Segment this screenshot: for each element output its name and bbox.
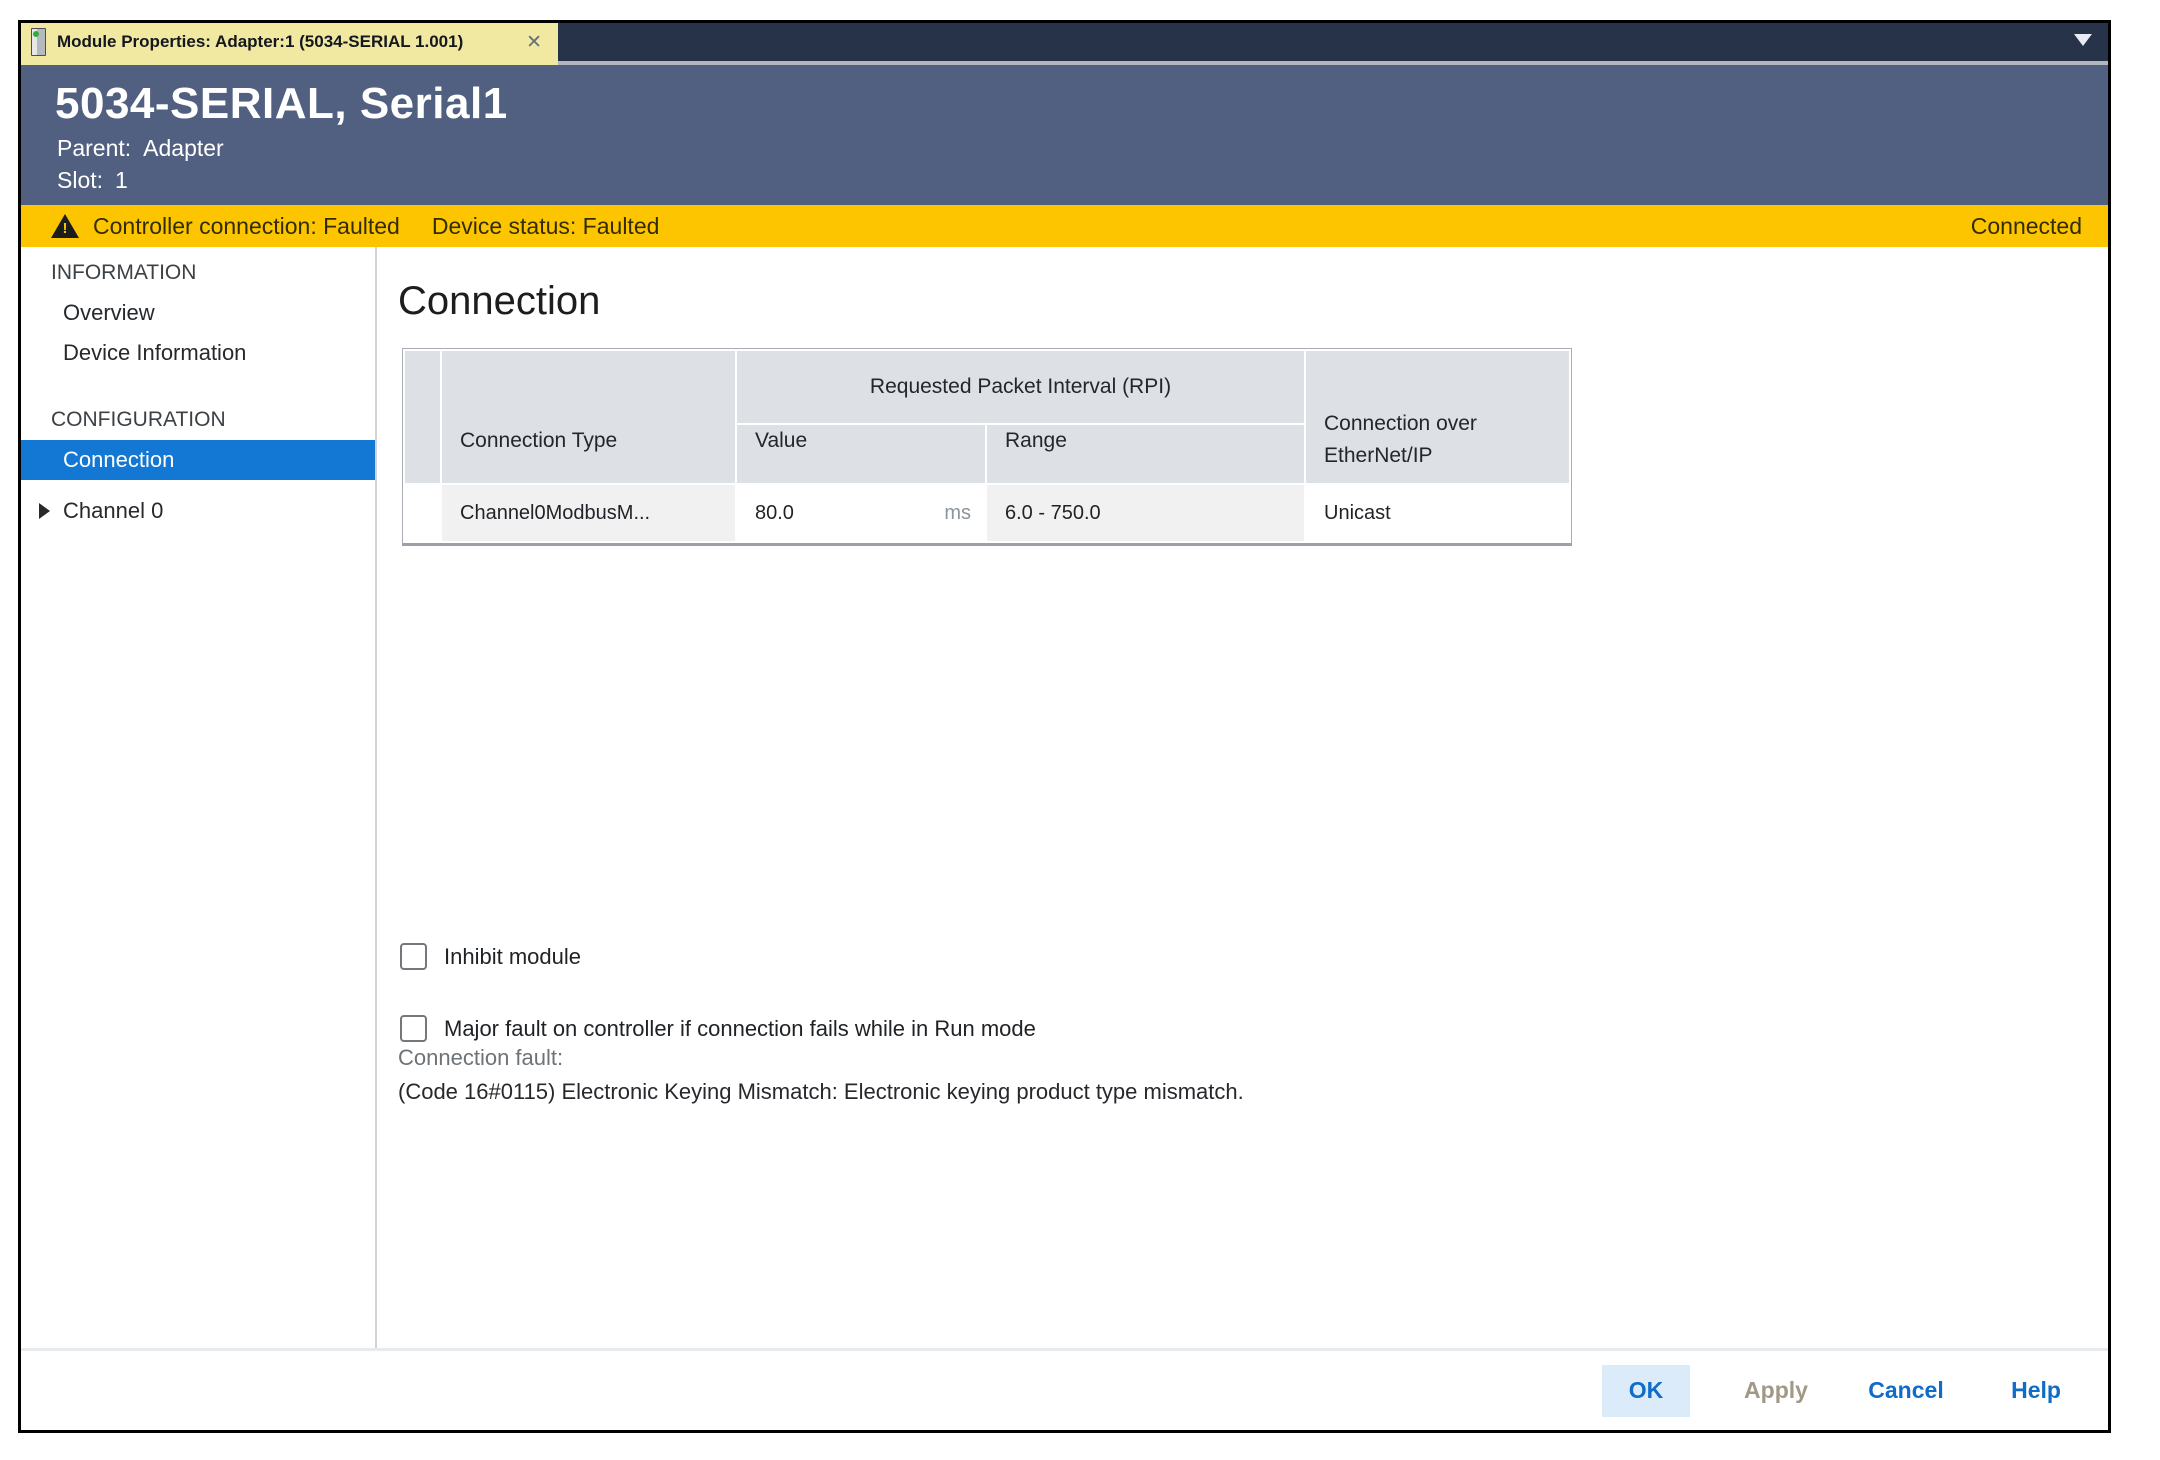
column-header-range: Range <box>987 425 1304 483</box>
sidebar-item-connection[interactable]: Connection <box>21 440 375 480</box>
table-row: Channel0ModbusM... 80.0 ms 6.0 - 750.0 U… <box>405 485 1569 541</box>
expand-arrow-icon[interactable] <box>39 503 50 519</box>
connection-over-ethernet-cell[interactable]: Unicast <box>1306 485 1569 541</box>
module-properties-window: Module Properties: Adapter:1 (5034-SERIA… <box>18 20 2111 1433</box>
slot-row: Slot: 1 <box>57 167 128 194</box>
page-title: Connection <box>398 279 600 324</box>
column-group-rpi: Requested Packet Interval (RPI) <box>737 351 1304 423</box>
row-selector-cell[interactable] <box>405 485 440 541</box>
major-fault-checkbox[interactable] <box>400 1015 427 1042</box>
close-tab-icon[interactable]: ✕ <box>526 33 542 52</box>
slot-value: 1 <box>115 167 128 193</box>
module-properties-tab[interactable]: Module Properties: Adapter:1 (5034-SERIA… <box>21 23 558 61</box>
status-bar: ! Controller connection: Faulted Device … <box>21 205 2108 247</box>
parent-value: Adapter <box>143 135 224 161</box>
slot-label: Slot: <box>57 167 103 193</box>
rpi-value-cell[interactable]: 80.0 ms <box>737 485 985 541</box>
connection-fault-label: Connection fault: <box>398 1045 563 1071</box>
rpi-range-cell: 6.0 - 750.0 <box>987 485 1304 541</box>
sidebar-item-overview[interactable]: Overview <box>21 293 375 333</box>
rpi-value[interactable]: 80.0 <box>755 502 794 525</box>
column-header-connection-type: Connection Type <box>442 351 735 483</box>
inhibit-module-row: Inhibit module <box>400 943 581 970</box>
major-fault-label: Major fault on controller if connection … <box>444 1016 1036 1042</box>
major-fault-row: Major fault on controller if connection … <box>400 1015 1036 1042</box>
button-bar: OK Apply Cancel Help <box>21 1351 2108 1430</box>
section-information: INFORMATION <box>51 261 196 285</box>
connection-state: Connected <box>1971 213 2082 240</box>
ok-button[interactable]: OK <box>1602 1365 1690 1417</box>
connection-type-cell: Channel0ModbusM... <box>442 485 735 541</box>
sidebar-item-device-information[interactable]: Device Information <box>21 333 375 373</box>
device-status: Device status: Faulted <box>432 213 660 240</box>
status-led-icon <box>33 31 39 37</box>
column-header-value: Value <box>737 425 985 483</box>
category-sidebar: INFORMATION Overview Device Information … <box>21 247 375 1348</box>
connection-table: Connection Type Requested Packet Interva… <box>402 348 1572 546</box>
rpi-unit: ms <box>944 502 971 525</box>
module-title: 5034-SERIAL, Serial1 <box>55 79 508 129</box>
inhibit-module-checkbox[interactable] <box>400 943 427 970</box>
apply-button[interactable]: Apply <box>1732 1365 1820 1417</box>
section-configuration: CONFIGURATION <box>51 408 226 432</box>
tab-title: Module Properties: Adapter:1 (5034-SERIA… <box>57 32 463 52</box>
help-button[interactable]: Help <box>1992 1365 2080 1417</box>
tab-list-dropdown-icon[interactable] <box>2074 34 2092 46</box>
parent-label: Parent: <box>57 135 131 161</box>
inhibit-module-label: Inhibit module <box>444 944 581 970</box>
parent-row: Parent: Adapter <box>57 135 224 162</box>
controller-connection-status: Controller connection: Faulted <box>93 213 400 240</box>
column-header-connection-over-ethernet: Connection over EtherNet/IP <box>1306 351 1569 483</box>
sidebar-divider <box>375 247 377 1348</box>
sidebar-item-channel-0[interactable]: Channel 0 <box>21 491 375 531</box>
row-selector-header <box>405 351 440 483</box>
warning-icon: ! <box>51 214 79 238</box>
tab-bar: Module Properties: Adapter:1 (5034-SERIA… <box>21 23 2108 61</box>
connection-fault-message: (Code 16#0115) Electronic Keying Mismatc… <box>398 1079 1244 1105</box>
cancel-button[interactable]: Cancel <box>1862 1365 1950 1417</box>
module-header: 5034-SERIAL, Serial1 Parent: Adapter Slot… <box>21 65 2108 205</box>
module-device-icon <box>31 28 46 56</box>
